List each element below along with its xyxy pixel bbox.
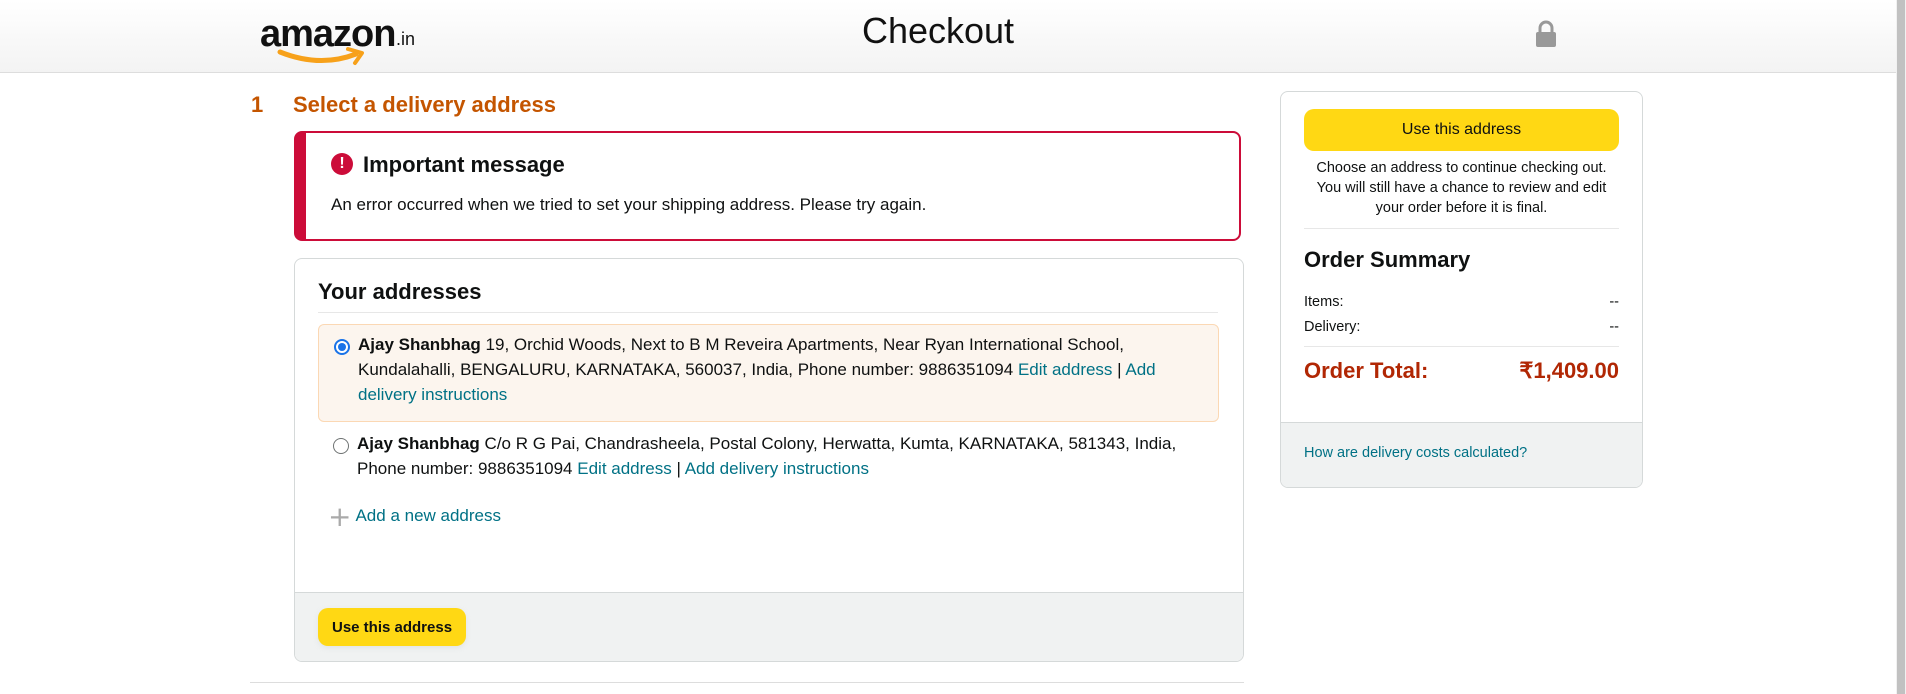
plus-icon: + — [328, 499, 352, 533]
order-summary-heading: Order Summary — [1304, 247, 1471, 272]
use-this-address-button[interactable]: Use this address — [318, 608, 467, 646]
add-new-address-label: Add a new address — [355, 506, 502, 525]
address-name: Ajay Shanbhag — [358, 335, 481, 354]
divider — [1304, 346, 1619, 347]
order-summary-box: Use this address Choose an address to co… — [1280, 91, 1643, 488]
summary-footer: How are delivery costs calculated? — [1281, 422, 1642, 487]
delivery-costs-link[interactable]: How are delivery costs calculated? — [1304, 445, 1527, 461]
delivery-row: Delivery: -- — [1304, 319, 1619, 335]
address-radio[interactable] — [334, 339, 350, 355]
address-option[interactable]: Ajay Shanbhag C/o R G Pai, Chandrasheela… — [318, 424, 1219, 494]
items-label: Items: — [1304, 294, 1344, 310]
section-divider — [250, 682, 1244, 683]
order-total-value: ₹1,409.00 — [1519, 358, 1619, 383]
error-icon: ! — [331, 153, 353, 175]
link-separator: | — [671, 459, 685, 478]
step-number: 1 — [251, 92, 264, 117]
edit-address-link[interactable]: Edit address — [577, 459, 672, 478]
address-list-card: Your addresses Ajay Shanbhag 19, Orchid … — [294, 258, 1244, 662]
edit-address-link[interactable]: Edit address — [1018, 360, 1113, 379]
items-row: Items: -- — [1304, 294, 1619, 310]
checkout-note: Choose an address to continue checking o… — [1316, 160, 1607, 216]
add-new-address-link[interactable]: + Add a new address — [328, 499, 502, 533]
address-text: Ajay Shanbhag C/o R G Pai, Chandrasheela… — [357, 431, 1207, 481]
lock-icon — [1536, 20, 1556, 47]
add-delivery-instructions-link[interactable]: Add delivery instructions — [685, 459, 869, 478]
use-this-address-button-summary[interactable]: Use this address — [1304, 109, 1619, 151]
page-scrollbar[interactable] — [1896, 0, 1906, 694]
address-option[interactable]: Ajay Shanbhag 19, Orchid Woods, Next to … — [318, 324, 1219, 422]
link-separator: | — [1112, 360, 1126, 379]
order-total-label: Order Total: — [1304, 358, 1429, 383]
alert-title: Important message — [363, 152, 565, 177]
address-text: Ajay Shanbhag 19, Orchid Woods, Next to … — [358, 332, 1208, 407]
step-title: Select a delivery address — [293, 92, 556, 117]
addresses-heading: Your addresses — [318, 279, 482, 304]
error-alert: ! Important message An error occurred wh… — [294, 131, 1241, 241]
delivery-value: -- — [1609, 319, 1619, 335]
alert-message: An error occurred when we tried to set y… — [331, 195, 927, 214]
address-name: Ajay Shanbhag — [357, 434, 480, 453]
checkout-header: amazon .in Checkout — [0, 0, 1896, 73]
divider — [318, 312, 1218, 313]
delivery-label: Delivery: — [1304, 319, 1361, 335]
items-value: -- — [1609, 294, 1619, 310]
divider — [1304, 228, 1619, 229]
scrollbar-thumb[interactable] — [1897, 0, 1905, 694]
address-card-footer: Use this address — [295, 592, 1243, 661]
page-title: Checkout — [861, 10, 1015, 51]
address-radio[interactable] — [333, 438, 349, 454]
order-total-row: Order Total: ₹1,409.00 — [1304, 358, 1619, 384]
